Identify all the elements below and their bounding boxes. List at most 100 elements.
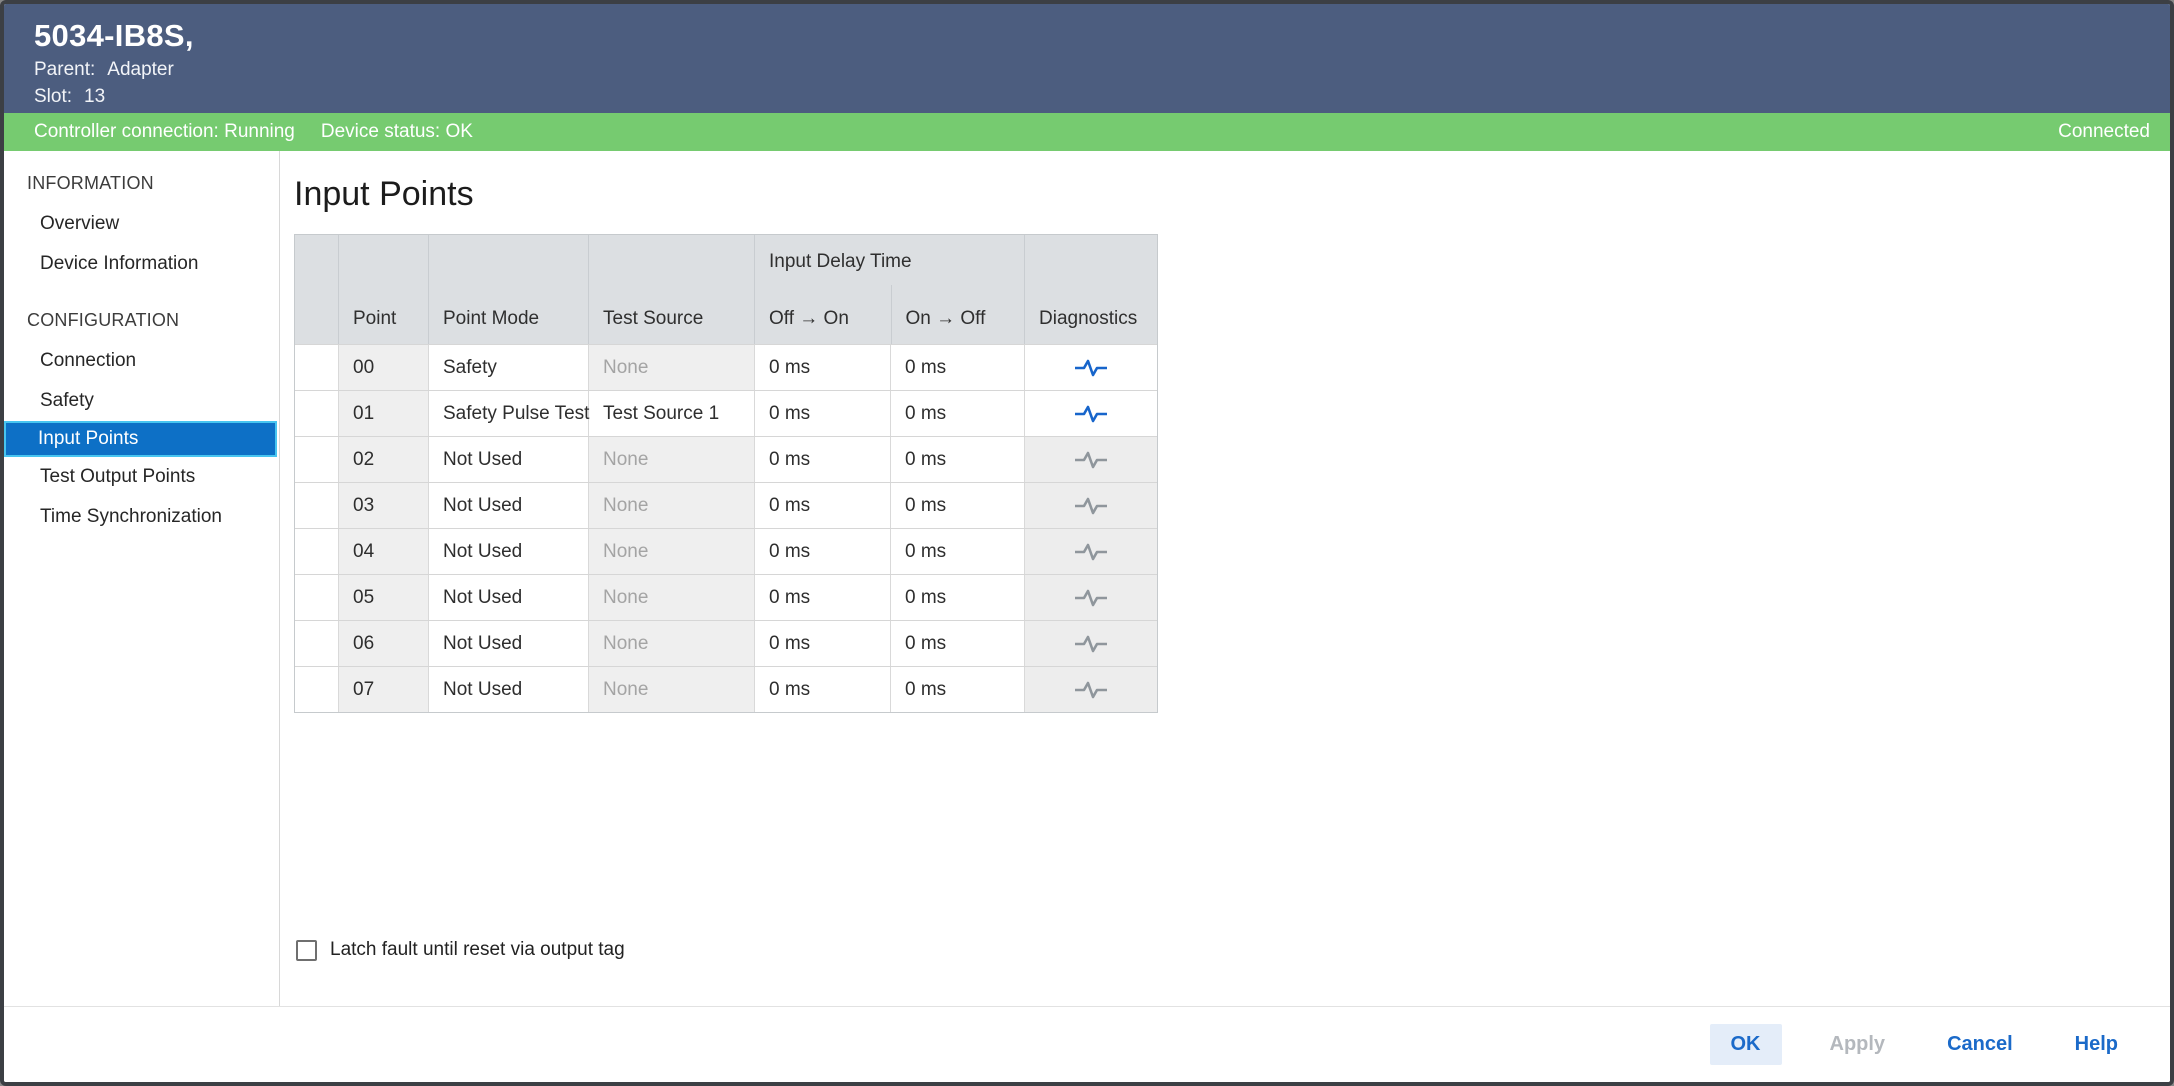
row-selector-cell[interactable] <box>295 529 339 574</box>
table-row: 04 Not Used None 0 ms 0 ms <box>295 528 1157 574</box>
latch-fault-checkbox[interactable] <box>296 940 317 961</box>
pulse-waveform-icon <box>1074 358 1108 378</box>
test-source-cell: None <box>589 483 755 528</box>
status-bar: Controller connection: Running Device st… <box>4 113 2170 151</box>
device-title: 5034-IB8S, <box>34 16 2140 56</box>
on-to-off-delay-cell[interactable]: 0 ms <box>891 437 1025 482</box>
on-to-off-delay-cell[interactable]: 0 ms <box>891 667 1025 712</box>
on-to-off-column-header: On → Off <box>891 285 1025 344</box>
table-body: 00 Safety None 0 ms 0 ms 01 Safety Pulse… <box>295 344 1157 712</box>
off-to-on-delay-cell[interactable]: 0 ms <box>755 345 891 390</box>
diagnostics-cell <box>1025 483 1157 528</box>
input-delay-time-group-header: Input Delay Time Off → On On → Off <box>755 235 1025 344</box>
row-selector-cell[interactable] <box>295 483 339 528</box>
point-mode-cell[interactable]: Not Used <box>429 621 589 666</box>
point-mode-cell[interactable]: Safety <box>429 345 589 390</box>
diagnostics-cell[interactable] <box>1025 391 1157 436</box>
cancel-button[interactable]: Cancel <box>1933 1024 2027 1065</box>
pulse-waveform-icon <box>1074 496 1108 516</box>
off-to-on-delay-cell[interactable]: 0 ms <box>755 391 891 436</box>
diagnostics-cell <box>1025 621 1157 666</box>
apply-button[interactable]: Apply <box>1816 1024 1900 1065</box>
on-to-off-delay-cell[interactable]: 0 ms <box>891 621 1025 666</box>
on-to-off-delay-cell[interactable]: 0 ms <box>891 575 1025 620</box>
sidebar-item-input-points[interactable]: Input Points <box>4 421 277 457</box>
slot-label: Slot: <box>34 86 72 107</box>
row-selector-cell[interactable] <box>295 667 339 712</box>
diagnostics-cell <box>1025 529 1157 574</box>
row-selector-header <box>295 235 339 344</box>
table-row: 05 Not Used None 0 ms 0 ms <box>295 574 1157 620</box>
parent-line: Parent: Adapter <box>34 56 2140 83</box>
on-to-off-delay-cell[interactable]: 0 ms <box>891 483 1025 528</box>
point-mode-cell[interactable]: Not Used <box>429 437 589 482</box>
latch-fault-row: Latch fault until reset via output tag <box>296 939 625 961</box>
table-row: 00 Safety None 0 ms 0 ms <box>295 344 1157 390</box>
help-button[interactable]: Help <box>2061 1024 2132 1065</box>
sidebar-item-time-synchronization[interactable]: Time Synchronization <box>4 497 279 537</box>
diagnostics-column-header: Diagnostics <box>1025 235 1157 344</box>
test-source-cell: None <box>589 575 755 620</box>
point-mode-cell[interactable]: Not Used <box>429 483 589 528</box>
table-row: 07 Not Used None 0 ms 0 ms <box>295 666 1157 712</box>
row-selector-cell[interactable] <box>295 575 339 620</box>
test-source-cell: None <box>589 529 755 574</box>
footer-button-bar: OK Apply Cancel Help <box>4 1006 2170 1082</box>
diagnostics-cell <box>1025 437 1157 482</box>
point-column-header: Point <box>339 235 429 344</box>
sidebar-item-safety[interactable]: Safety <box>4 381 279 421</box>
pulse-waveform-icon <box>1074 542 1108 562</box>
sidebar-section-configuration: CONFIGURATION <box>4 300 279 341</box>
point-number-cell: 07 <box>339 667 429 712</box>
sidebar-item-test-output-points[interactable]: Test Output Points <box>4 457 279 497</box>
device-status: Device status: OK <box>321 121 473 143</box>
ok-button[interactable]: OK <box>1710 1024 1782 1065</box>
row-selector-cell[interactable] <box>295 345 339 390</box>
off-to-on-delay-cell[interactable]: 0 ms <box>755 621 891 666</box>
point-mode-column-header: Point Mode <box>429 235 589 344</box>
titlebar: 5034-IB8S, Parent: Adapter Slot:13 <box>4 4 2170 113</box>
parent-value: Adapter <box>107 59 174 80</box>
off-to-on-delay-cell[interactable]: 0 ms <box>755 483 891 528</box>
on-to-off-delay-cell[interactable]: 0 ms <box>891 529 1025 574</box>
off-to-on-delay-cell[interactable]: 0 ms <box>755 437 891 482</box>
latch-fault-label: Latch fault until reset via output tag <box>330 939 625 961</box>
point-number-cell: 04 <box>339 529 429 574</box>
table-row: 03 Not Used None 0 ms 0 ms <box>295 482 1157 528</box>
point-mode-cell[interactable]: Not Used <box>429 667 589 712</box>
row-selector-cell[interactable] <box>295 391 339 436</box>
sidebar-item-device-information[interactable]: Device Information <box>4 244 279 284</box>
test-source-cell[interactable]: Test Source 1 <box>589 391 755 436</box>
row-selector-cell[interactable] <box>295 437 339 482</box>
main-content: Input Points Point Point Mode Test Sourc… <box>280 151 2170 1006</box>
pulse-waveform-icon <box>1074 680 1108 700</box>
sidebar-item-connection[interactable]: Connection <box>4 341 279 381</box>
parent-label: Parent: <box>34 59 95 80</box>
sidebar-item-overview[interactable]: Overview <box>4 204 279 244</box>
point-number-cell: 05 <box>339 575 429 620</box>
off-to-on-delay-cell[interactable]: 0 ms <box>755 575 891 620</box>
sidebar-section-information: INFORMATION <box>4 163 279 204</box>
off-to-on-delay-cell[interactable]: 0 ms <box>755 529 891 574</box>
device-profile-window: 5034-IB8S, Parent: Adapter Slot:13 Contro… <box>0 0 2174 1086</box>
connection-state-badge: Connected <box>2058 121 2150 143</box>
table-row: 01 Safety Pulse Test Test Source 1 0 ms … <box>295 390 1157 436</box>
diagnostics-cell[interactable] <box>1025 345 1157 390</box>
input-delay-time-label: Input Delay Time <box>755 235 1024 285</box>
pulse-waveform-icon <box>1074 588 1108 608</box>
row-selector-cell[interactable] <box>295 621 339 666</box>
point-mode-cell[interactable]: Not Used <box>429 529 589 574</box>
controller-connection-status: Controller connection: Running <box>34 121 295 143</box>
on-to-off-delay-cell[interactable]: 0 ms <box>891 345 1025 390</box>
page-title: Input Points <box>294 175 2170 214</box>
pulse-waveform-icon <box>1074 450 1108 470</box>
point-mode-cell[interactable]: Not Used <box>429 575 589 620</box>
on-to-off-delay-cell[interactable]: 0 ms <box>891 391 1025 436</box>
off-to-on-column-header: Off → On <box>755 285 891 344</box>
off-to-on-delay-cell[interactable]: 0 ms <box>755 667 891 712</box>
slot-line: Slot:13 <box>34 83 2140 110</box>
table-row: 02 Not Used None 0 ms 0 ms <box>295 436 1157 482</box>
pulse-waveform-icon <box>1074 404 1108 424</box>
point-mode-cell[interactable]: Safety Pulse Test <box>429 391 589 436</box>
input-points-table: Point Point Mode Test Source Input Delay… <box>294 234 1158 713</box>
